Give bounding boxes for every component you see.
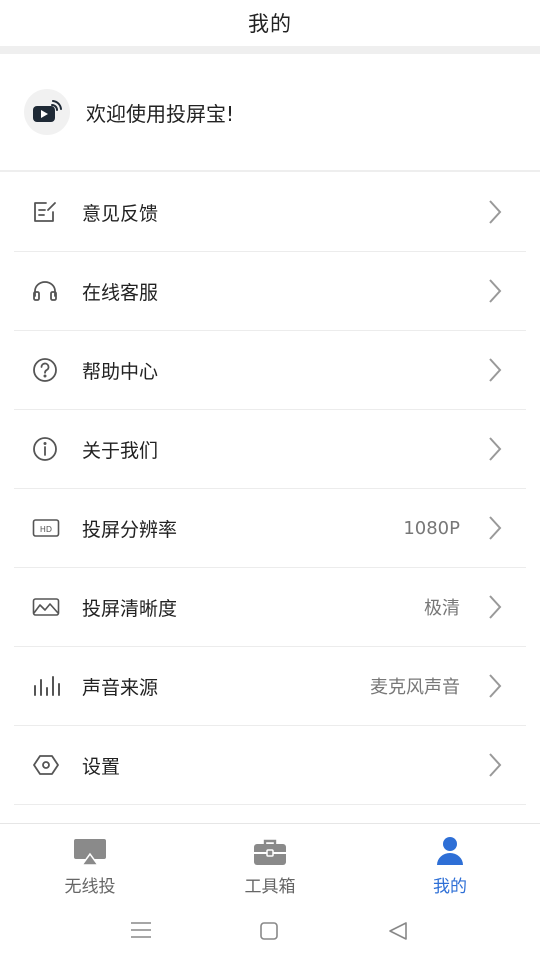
menu-item-sound-source[interactable]: 声音来源 麦克风声音 (14, 647, 526, 726)
menu-icon[interactable] (130, 921, 152, 939)
menu-item-cast-resolution[interactable]: HD 投屏分辨率 1080P (14, 489, 526, 568)
headphones-icon (32, 279, 72, 303)
menu-item-help-center[interactable]: 帮助中心 (14, 331, 526, 410)
title-bar: 我的 (0, 0, 540, 46)
info-circle-icon (32, 436, 72, 462)
menu-item-label: 意见反馈 (82, 202, 159, 225)
system-navigation-bar (0, 905, 540, 960)
image-icon (32, 596, 72, 618)
menu-item-value: 1080P (403, 517, 460, 539)
help-circle-icon (32, 357, 72, 383)
tab-mine[interactable]: 我的 (360, 824, 540, 905)
menu-item-label: 投屏分辨率 (82, 518, 178, 541)
menu-item-label: 在线客服 (82, 281, 159, 304)
chevron-right-icon (488, 199, 504, 225)
settings-hexagon-icon (32, 753, 72, 777)
user-icon (435, 832, 465, 866)
settings-menu: 意见反馈 在线客服 帮助中心 关于我们 HD 投屏分辨率 1080P 投屏清晰度… (14, 173, 526, 805)
sound-bars-icon (32, 674, 72, 698)
menu-item-label: 声音来源 (82, 676, 159, 699)
tab-label: 我的 (433, 877, 467, 897)
menu-item-about-us[interactable]: 关于我们 (14, 410, 526, 489)
menu-item-label: 设置 (82, 755, 121, 778)
edit-note-icon (32, 200, 72, 224)
chevron-right-icon (488, 278, 504, 304)
menu-item-customer-service[interactable]: 在线客服 (14, 252, 526, 331)
chevron-right-icon (488, 594, 504, 620)
back-icon[interactable] (388, 921, 408, 941)
welcome-divider (0, 170, 540, 172)
menu-item-cast-clarity[interactable]: 投屏清晰度 极清 (14, 568, 526, 647)
home-icon[interactable] (259, 922, 279, 940)
chevron-right-icon (488, 752, 504, 778)
welcome-banner: 欢迎使用投屏宝! (0, 54, 540, 170)
header-divider (0, 46, 540, 54)
menu-item-value: 极清 (424, 598, 460, 619)
bottom-tab-bar: 无线投 工具箱 我的 (0, 823, 540, 905)
tab-label: 无线投 (64, 877, 116, 897)
page-title: 我的 (248, 12, 292, 36)
chevron-right-icon (488, 357, 504, 383)
svg-text:HD: HD (40, 525, 52, 534)
menu-item-settings[interactable]: 设置 (14, 726, 526, 805)
hd-icon: HD (32, 517, 72, 539)
menu-item-label: 帮助中心 (82, 360, 159, 383)
menu-item-feedback[interactable]: 意见反馈 (14, 173, 526, 252)
menu-item-value: 麦克风声音 (370, 677, 460, 698)
tab-label: 工具箱 (244, 877, 296, 897)
welcome-text: 欢迎使用投屏宝! (86, 101, 235, 126)
chevron-right-icon (488, 436, 504, 462)
chevron-right-icon (488, 673, 504, 699)
menu-item-label: 投屏清晰度 (82, 597, 178, 620)
tab-wireless-cast[interactable]: 无线投 (0, 824, 180, 905)
toolbox-icon (253, 832, 287, 866)
menu-item-label: 关于我们 (82, 439, 159, 462)
play-cast-icon (24, 89, 70, 135)
tab-toolbox[interactable]: 工具箱 (180, 824, 360, 905)
chevron-right-icon (488, 515, 504, 541)
screen-cast-icon (73, 832, 107, 866)
